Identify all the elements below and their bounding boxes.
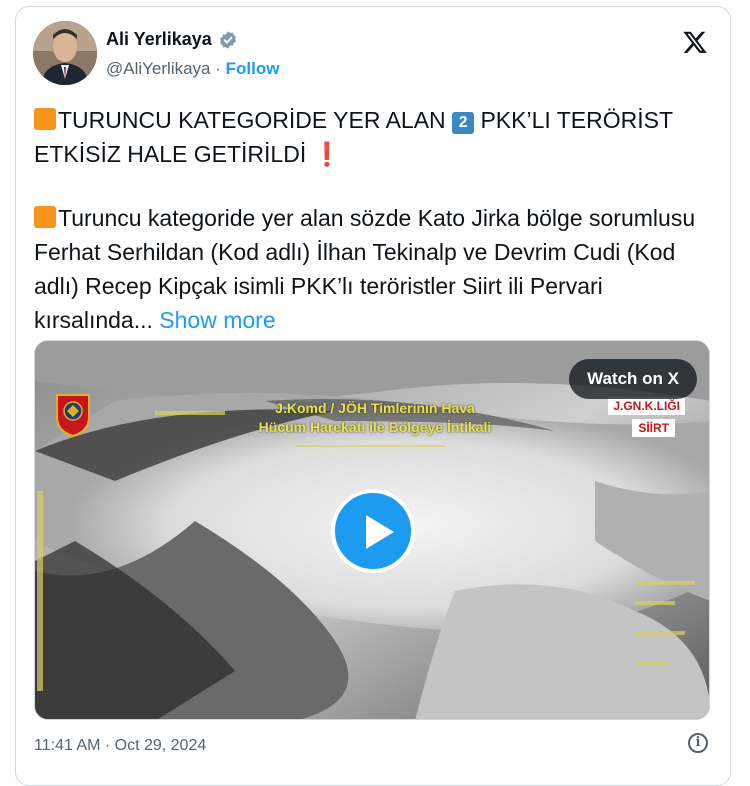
info-icon[interactable]: i (688, 733, 708, 753)
follow-button[interactable]: Follow (226, 59, 280, 78)
keycap-two-icon: 2 (452, 112, 475, 134)
overlay-line-1: J.Komd / JÖH Timlerinin Hava (275, 400, 475, 416)
author-handle-row: @AliYerlikaya · Follow (106, 59, 279, 79)
tweet-paragraph-1: TURUNCU KATEGORİDE YER ALAN 2 PKK’LI TER… (34, 103, 724, 171)
tweet-paragraph-2: Turuncu kategoride yer alan sözde Kato J… (34, 201, 724, 337)
tweet-card[interactable]: Ali Yerlikaya @AliYerlikaya · Follow TUR… (15, 6, 731, 786)
author-name-row: Ali Yerlikaya (106, 29, 238, 50)
tweet-timestamp[interactable]: 11:41 AM · Oct 29, 2024 (34, 737, 206, 755)
author-name[interactable]: Ali Yerlikaya (106, 29, 212, 50)
x-logo-icon[interactable] (682, 29, 708, 55)
tweet-paragraph-2-text: Turuncu kategoride yer alan sözde Kato J… (34, 205, 696, 333)
unit-label-2: SİİRT (632, 419, 675, 437)
verified-icon (219, 30, 236, 49)
handle-separator: · (210, 59, 226, 78)
watch-on-x-button[interactable]: Watch on X (569, 359, 697, 399)
avatar[interactable] (33, 21, 97, 85)
author-handle[interactable]: @AliYerlikaya (106, 59, 211, 78)
unit-label-1: J.GN.K.LIĞI (608, 397, 685, 415)
video-player[interactable]: J.Komd / JÖH Timlerinin Hava Hücum Harek… (34, 340, 710, 720)
orange-square-icon (34, 108, 56, 130)
overlay-line-2: Hücum Harekatı ile Bölgeye İntikali (258, 419, 492, 435)
show-more-link[interactable]: Show more (159, 307, 275, 333)
video-overlay-caption: J.Komd / JÖH Timlerinin Hava Hücum Harek… (225, 399, 525, 437)
exclamation-icon: ❗ (312, 141, 342, 167)
tweet-line1-part1: TURUNCU KATEGORİDE YER ALAN (58, 107, 453, 133)
play-icon[interactable] (331, 489, 415, 573)
orange-square-icon (34, 206, 56, 228)
tweet-text: TURUNCU KATEGORİDE YER ALAN 2 PKK’LI TER… (34, 103, 724, 337)
avatar-image (33, 21, 97, 85)
gendarmerie-emblem-icon (56, 394, 90, 437)
